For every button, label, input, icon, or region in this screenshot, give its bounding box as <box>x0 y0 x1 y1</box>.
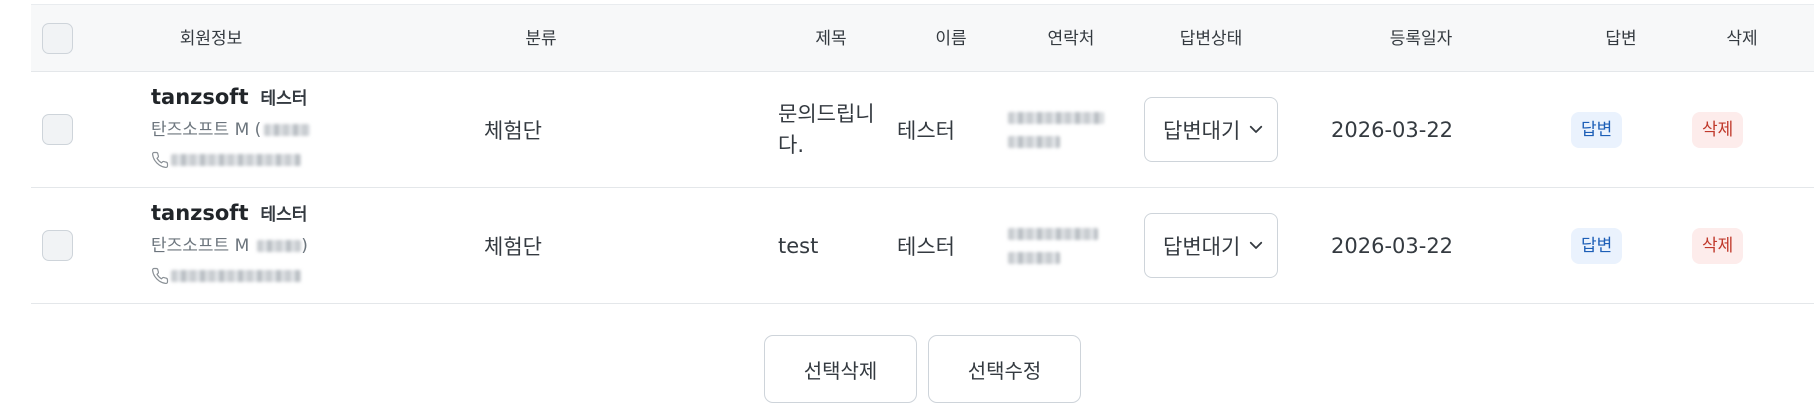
answer-button[interactable]: 답변 <box>1571 112 1623 148</box>
phone-icon <box>151 267 169 285</box>
phone-icon <box>151 151 169 169</box>
header-answer: 답변 <box>1605 29 1637 49</box>
category-cell: 체험단 <box>484 235 542 259</box>
table-row: tanzsoft 테스터 탄즈소프트 M ( 체험단 문의드립니다. 테스터 답… <box>31 72 1814 188</box>
redacted-contact <box>1008 252 1060 264</box>
member-company: 탄즈소프트 M <box>151 236 250 256</box>
chevron-down-icon <box>1249 125 1263 133</box>
member-id: tanzsoft <box>151 201 249 225</box>
member-nickname: 테스터 <box>260 205 308 225</box>
redacted-text <box>257 240 302 252</box>
header-answer-status: 답변상태 <box>1179 29 1243 49</box>
name-cell: 테스터 <box>897 119 955 143</box>
inquiry-table: 회원정보 분류 제목 이름 연락처 답변상태 등록일자 답변 삭제 tanzso… <box>31 4 1814 304</box>
delete-button[interactable]: 삭제 <box>1692 112 1744 148</box>
chevron-down-icon <box>1249 241 1263 249</box>
redacted-phone <box>171 270 301 282</box>
redacted-contact <box>1008 136 1060 148</box>
answer-status-value: 답변대기 <box>1163 234 1241 259</box>
edit-selected-button[interactable]: 선택수정 <box>928 335 1081 403</box>
header-member-info: 회원정보 <box>179 29 243 49</box>
member-id: tanzsoft <box>151 85 249 109</box>
row-checkbox[interactable] <box>42 114 73 145</box>
delete-button[interactable]: 삭제 <box>1692 228 1744 264</box>
member-info: tanzsoft 테스터 탄즈소프트 M ) <box>151 200 381 290</box>
answer-status-value: 답변대기 <box>1163 118 1241 143</box>
member-info: tanzsoft 테스터 탄즈소프트 M ( <box>151 84 381 174</box>
name-cell: 테스터 <box>897 235 955 259</box>
redacted-contact <box>1008 228 1098 240</box>
reg-date-cell: 2026-03-22 <box>1331 234 1454 258</box>
member-company-suffix: ) <box>301 236 308 256</box>
title-cell[interactable]: 문의드립니다. <box>778 72 878 188</box>
row-checkbox[interactable] <box>42 230 73 261</box>
title-cell[interactable]: test <box>778 188 818 304</box>
category-cell: 체험단 <box>484 119 542 143</box>
header-title: 제목 <box>815 29 847 49</box>
table-header: 회원정보 분류 제목 이름 연락처 답변상태 등록일자 답변 삭제 <box>31 4 1814 72</box>
header-contact: 연락처 <box>1047 29 1095 49</box>
member-nickname: 테스터 <box>260 89 308 109</box>
table-row: tanzsoft 테스터 탄즈소프트 M ) 체험단 test 테스터 답변대기… <box>31 188 1814 304</box>
header-reg-date: 등록일자 <box>1389 29 1453 49</box>
redacted-phone <box>171 154 301 166</box>
answer-status-select[interactable]: 답변대기 <box>1144 213 1278 278</box>
contact-cell <box>1008 72 1104 188</box>
member-company: 탄즈소프트 M ( <box>151 120 262 140</box>
header-delete: 삭제 <box>1726 29 1758 49</box>
answer-status-select[interactable]: 답변대기 <box>1144 97 1278 162</box>
redacted-text <box>264 124 311 136</box>
reg-date-cell: 2026-03-22 <box>1331 118 1454 142</box>
header-category: 분류 <box>525 29 557 49</box>
contact-cell <box>1008 188 1098 304</box>
answer-button[interactable]: 답변 <box>1571 228 1623 264</box>
redacted-contact <box>1008 112 1104 124</box>
select-all-checkbox[interactable] <box>42 23 73 54</box>
header-name: 이름 <box>935 29 967 49</box>
delete-selected-button[interactable]: 선택삭제 <box>764 335 917 403</box>
